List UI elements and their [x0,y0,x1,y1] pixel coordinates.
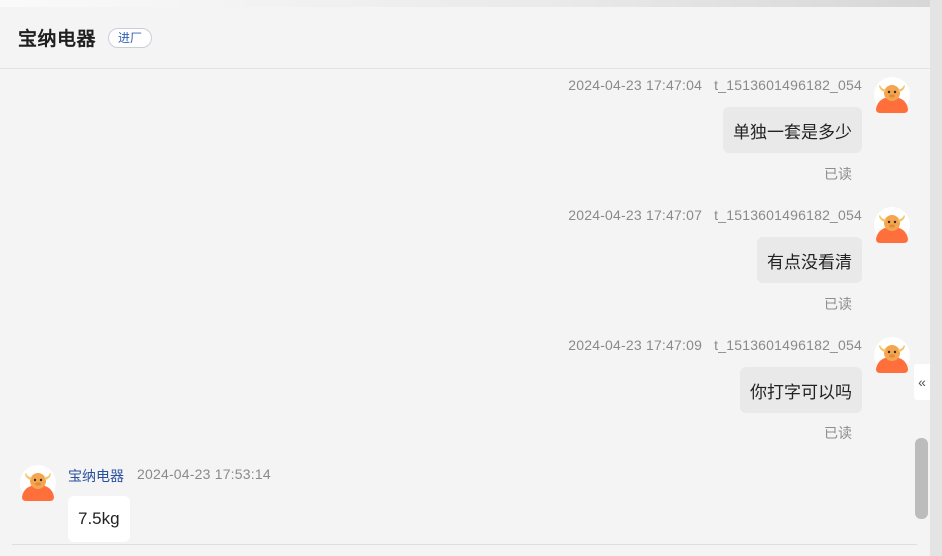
message-bubble[interactable]: 单独一套是多少 [723,107,862,153]
message-bubble[interactable]: 你打字可以吗 [740,367,862,413]
input-divider [12,544,917,545]
read-status: 已读 [824,166,852,182]
status-badge: 进厂 [108,27,153,48]
message-sender-id: t_1513601496182_054 [714,77,862,93]
window-top-strip [0,0,942,7]
chat-window: 宝纳电器 进厂 2024-04-23 17:47:04 t_1513601496… [0,7,930,556]
message-meta: 2024-04-23 17:47:07 t_1513601496182_054 [568,207,862,223]
message-sender-id: t_1513601496182_054 [714,337,862,353]
message-timestamp: 2024-04-23 17:47:04 [568,77,703,93]
avatar-icon [874,337,910,373]
message-bubble[interactable]: 7.5kg [68,496,130,542]
avatar-icon [874,207,910,243]
chat-header: 宝纳电器 进厂 [0,7,930,69]
double-chevron-left-icon: « [918,374,926,390]
message-bubble[interactable]: 有点没看清 [757,237,862,283]
read-status: 已读 [824,296,852,312]
message-meta: 2024-04-23 17:47:04 t_1513601496182_054 [568,77,862,93]
avatar-icon [20,465,56,501]
collapse-panel-button[interactable]: « [914,364,930,400]
window-right-edge [930,0,942,556]
chat-title: 宝纳电器 [18,29,97,50]
message-timestamp: 2024-04-23 17:47:09 [568,337,703,353]
scrollbar-thumb[interactable] [915,438,928,519]
incoming-sender-name[interactable]: 宝纳电器 [68,466,124,486]
read-status: 已读 [824,425,852,441]
avatar-icon [874,77,910,113]
message-sender-id: t_1513601496182_054 [714,207,862,223]
message-meta: 2024-04-23 17:47:09 t_1513601496182_054 [568,337,862,353]
message-timestamp: 2024-04-23 17:47:07 [568,207,703,223]
message-timestamp: 2024-04-23 17:53:14 [137,466,271,482]
